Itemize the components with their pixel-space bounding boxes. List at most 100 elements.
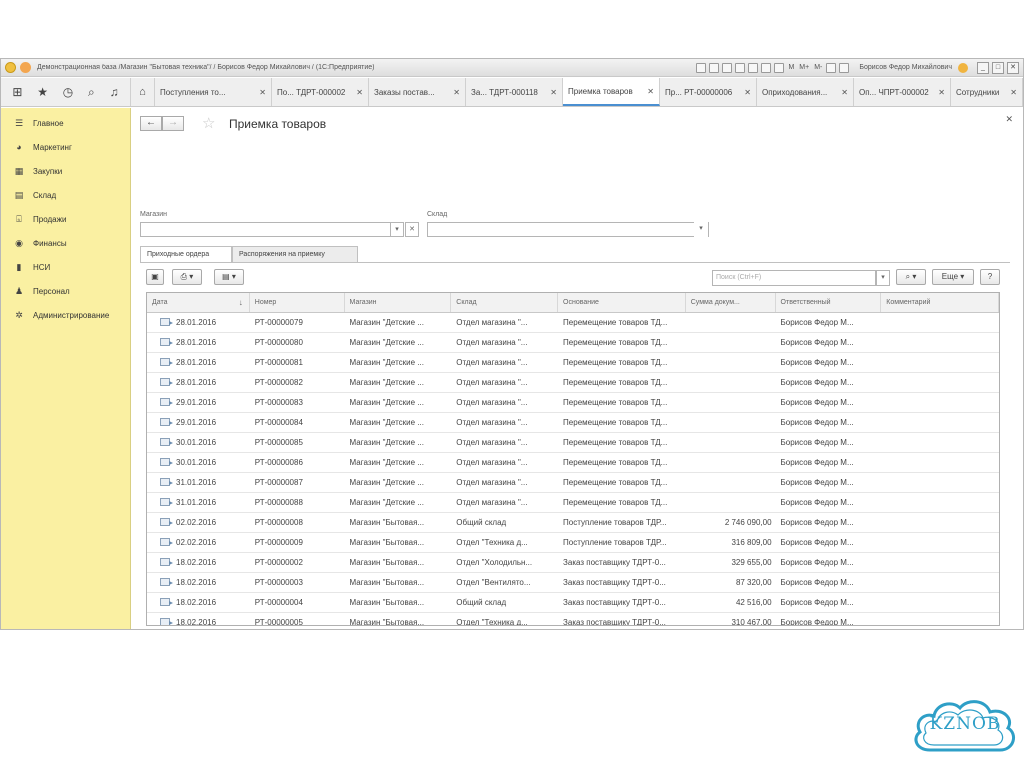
table-row[interactable]: 18.02.2016 РТ-00000005 Магазин "Бытовая...… xyxy=(147,613,999,625)
tab-8[interactable]: Сотрудники ✕ xyxy=(951,78,1023,106)
table-cell: Перемещение товаров ТД... xyxy=(563,418,668,427)
memory-subtract-button[interactable]: M- xyxy=(813,64,823,71)
favorite-star-icon[interactable]: ☆ xyxy=(202,114,215,132)
tab-close-icon[interactable]: ✕ xyxy=(841,88,848,97)
column-header[interactable]: Магазин xyxy=(345,293,452,312)
history-icon[interactable]: ◷ xyxy=(63,86,73,98)
tab-close-icon[interactable]: ✕ xyxy=(647,87,654,96)
tab-close-icon[interactable]: ✕ xyxy=(744,88,751,97)
tab-close-icon[interactable]: ✕ xyxy=(1010,88,1017,97)
info-icon[interactable] xyxy=(958,62,968,73)
search-icon[interactable]: ⌕ xyxy=(88,86,95,98)
tab-receipt-orders[interactable]: Приходные ордера xyxy=(140,246,232,263)
table-row[interactable]: 18.02.2016 РТ-00000002 Магазин "Бытовая...… xyxy=(147,553,999,573)
sidebar-item-personnel[interactable]: ♟ Персонал xyxy=(1,279,130,303)
column-header[interactable]: Сумма докум... xyxy=(686,293,776,312)
user-name[interactable]: Борисов Федор Михайлович xyxy=(859,64,952,71)
favorites-star-icon[interactable]: ★ xyxy=(37,86,48,98)
memory-add-button[interactable]: M+ xyxy=(798,64,810,71)
more-button[interactable]: Еще ▾ xyxy=(932,269,974,285)
reports-button[interactable]: ▤ ▾ xyxy=(214,269,244,285)
warehouse-dropdown-icon[interactable]: ▾ xyxy=(694,222,708,237)
table-row[interactable]: 31.01.2016 РТ-00000087 Магазин "Детские ..… xyxy=(147,473,999,493)
table-row[interactable]: 28.01.2016 РТ-00000082 Магазин "Детские ..… xyxy=(147,373,999,393)
tab-close-icon[interactable]: ✕ xyxy=(453,88,460,97)
store-field[interactable] xyxy=(140,222,400,237)
table-row[interactable]: 30.01.2016 РТ-00000085 Магазин "Детские ..… xyxy=(147,433,999,453)
table-cell: Перемещение товаров ТД... xyxy=(563,438,668,447)
tab-close-icon[interactable]: ✕ xyxy=(356,88,363,97)
book-icon[interactable] xyxy=(839,62,850,73)
table-row[interactable]: 29.01.2016 РТ-00000084 Магазин "Детские ..… xyxy=(147,413,999,433)
sidebar-item-sales[interactable]: ⌺ Продажи xyxy=(1,207,130,231)
search-input[interactable]: Поиск (Ctrl+F) xyxy=(712,270,876,286)
tab-close-icon[interactable]: ✕ xyxy=(259,88,266,97)
tab-close-icon[interactable]: ✕ xyxy=(938,88,945,97)
column-header[interactable]: Дата ↓ xyxy=(147,293,250,312)
tab-close-icon[interactable]: ✕ xyxy=(550,88,557,97)
create-button[interactable]: ▣ xyxy=(146,269,164,285)
apps-grid-icon[interactable]: ⊞ xyxy=(12,86,22,98)
menu-arrow-icon[interactable] xyxy=(20,62,31,73)
calculator-icon[interactable] xyxy=(774,62,785,73)
print-button[interactable]: ⎙ ▾ xyxy=(172,269,202,285)
table-cell xyxy=(881,533,999,552)
table-row[interactable]: 28.01.2016 РТ-00000080 Магазин "Детские ..… xyxy=(147,333,999,353)
back-button[interactable]: ← xyxy=(140,116,162,131)
tab-receipt-instructions[interactable]: Распоряжения на приемку xyxy=(232,246,358,262)
document-posted-icon xyxy=(160,437,173,446)
bell-icon[interactable]: ♫ xyxy=(110,86,119,98)
warehouse-field[interactable] xyxy=(427,222,709,237)
paste-icon[interactable] xyxy=(748,62,759,73)
zoom-icon[interactable] xyxy=(826,62,837,73)
tab-7[interactable]: Оп... ЧПРТ-000002 ✕ xyxy=(854,78,951,106)
table-row[interactable]: 02.02.2016 РТ-00000008 Магазин "Бытовая...… xyxy=(147,513,999,533)
maximize-icon[interactable]: □ xyxy=(992,61,1004,74)
link-icon[interactable] xyxy=(696,62,707,73)
tab-3[interactable]: За... ТДРТ-000118 ✕ xyxy=(466,78,563,106)
forward-button[interactable]: → xyxy=(162,116,184,131)
save-icon[interactable] xyxy=(722,62,733,73)
sidebar-item-administration[interactable]: ✲ Администрирование xyxy=(1,303,130,327)
tab-1[interactable]: По... ТДРТ-000002 ✕ xyxy=(272,78,369,106)
tab-4[interactable]: Приемка товаров ✕ xyxy=(563,78,660,106)
tab-6[interactable]: Оприходования... ✕ xyxy=(757,78,854,106)
table-row[interactable]: 02.02.2016 РТ-00000009 Магазин "Бытовая...… xyxy=(147,533,999,553)
tab-5[interactable]: Пр... РТ-00000006 ✕ xyxy=(660,78,757,106)
table-row[interactable]: 28.01.2016 РТ-00000081 Магазин "Детские ..… xyxy=(147,353,999,373)
close-form-icon[interactable]: ✕ xyxy=(1005,114,1013,125)
sidebar-item-reference[interactable]: ▮ НСИ xyxy=(1,255,130,279)
table-row[interactable]: 28.01.2016 РТ-00000079 Магазин "Детские ..… xyxy=(147,313,999,333)
sidebar-item-warehouse[interactable]: ▤ Склад xyxy=(1,183,130,207)
calendar-icon[interactable] xyxy=(761,62,772,73)
sidebar-item-main[interactable]: ☰ Главное xyxy=(1,111,130,135)
table-row[interactable]: 30.01.2016 РТ-00000086 Магазин "Детские ..… xyxy=(147,453,999,473)
memory-button[interactable]: M xyxy=(787,64,795,71)
store-clear-icon[interactable]: ✕ xyxy=(405,222,419,237)
minimize-icon[interactable]: _ xyxy=(977,61,989,74)
search-button[interactable]: ⌕ ▾ xyxy=(896,269,926,285)
close-window-icon[interactable]: ✕ xyxy=(1007,61,1019,74)
column-header[interactable]: Склад xyxy=(451,293,559,312)
copy-icon[interactable] xyxy=(735,62,746,73)
sidebar-item-marketing[interactable]: ◕ Маркетинг xyxy=(1,135,130,159)
column-header[interactable]: Ответственный xyxy=(776,293,882,312)
table-cell: Отдел магазина "... xyxy=(456,398,528,407)
tab-2[interactable]: Заказы постав... ✕ xyxy=(369,78,466,106)
table-row[interactable]: 18.02.2016 РТ-00000003 Магазин "Бытовая...… xyxy=(147,573,999,593)
tab-0[interactable]: Поступления то... ✕ xyxy=(155,78,272,106)
help-button[interactable]: ? xyxy=(980,269,1000,285)
table-row[interactable]: 29.01.2016 РТ-00000083 Магазин "Детские ..… xyxy=(147,393,999,413)
home-icon[interactable]: ⌂ xyxy=(131,78,155,106)
print-icon[interactable] xyxy=(709,62,720,73)
column-header[interactable]: Основание xyxy=(558,293,686,312)
column-header[interactable]: Комментарий xyxy=(881,293,999,312)
store-dropdown-icon[interactable]: ▾ xyxy=(390,222,404,237)
table-cell: 87 320,00 xyxy=(735,578,772,587)
column-header[interactable]: Номер xyxy=(250,293,345,312)
sidebar-item-finance[interactable]: ◉ Финансы xyxy=(1,231,130,255)
sidebar-item-purchases[interactable]: ▦ Закупки xyxy=(1,159,130,183)
search-dropdown-icon[interactable]: ▾ xyxy=(876,270,890,286)
table-row[interactable]: 31.01.2016 РТ-00000088 Магазин "Детские ..… xyxy=(147,493,999,513)
table-row[interactable]: 18.02.2016 РТ-00000004 Магазин "Бытовая...… xyxy=(147,593,999,613)
